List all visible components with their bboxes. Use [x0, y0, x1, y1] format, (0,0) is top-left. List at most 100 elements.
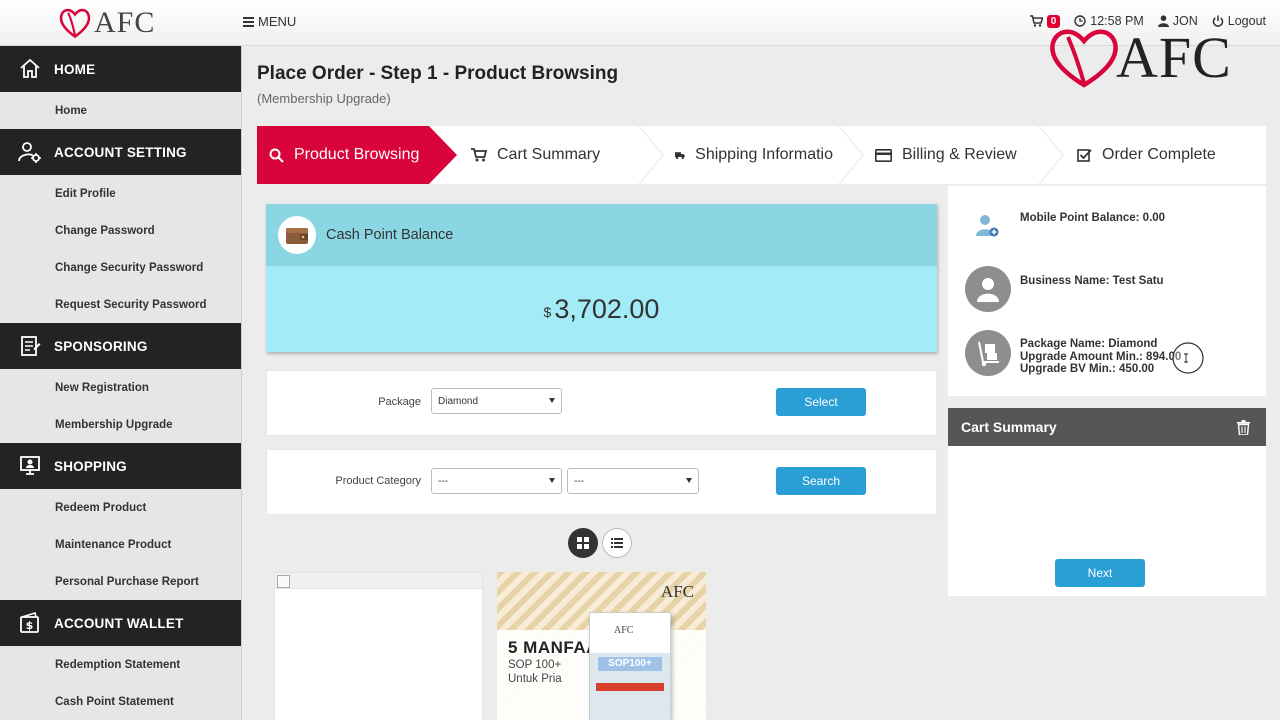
step-divider	[838, 126, 864, 184]
user-avatar-icon	[965, 266, 1011, 312]
sidebar-item-maintenance-product[interactable]: Maintenance Product	[0, 526, 241, 563]
cash-point-label: Cash Point Balance	[326, 227, 454, 243]
sidebar-item-cash-point-statement[interactable]: Cash Point Statement	[0, 683, 241, 720]
home-icon	[20, 58, 40, 78]
category-filter-box: Product Category --- --- Search	[266, 449, 937, 515]
upgrade-bv-min: Upgrade BV Min.: 450.00	[1020, 363, 1155, 375]
page-title: Place Order - Step 1 - Product Browsing	[257, 63, 619, 84]
clipboard-icon	[21, 336, 41, 356]
brand-logo[interactable]: AFC	[58, 6, 155, 40]
cash-point-card: Cash Point Balance $ 3,702.00	[266, 204, 937, 352]
product-line-2: Untuk Pria	[508, 673, 562, 685]
trash-icon[interactable]	[1237, 419, 1250, 435]
category-select[interactable]: ---	[431, 468, 562, 494]
product-box-image: AFC SOP100+	[589, 612, 671, 720]
category-selected: ---	[438, 475, 448, 487]
user-plus-icon	[976, 215, 999, 237]
menu-button[interactable]: MENU	[243, 14, 296, 29]
dropdown-caret-icon	[686, 478, 692, 483]
dropdown-caret-icon	[549, 398, 555, 403]
sidebar-section-account-wallet[interactable]: $ ACCOUNT WALLET	[0, 600, 241, 646]
heart-watermark-icon	[1050, 29, 1118, 88]
cart-icon	[1029, 15, 1043, 27]
sidebar-item-change-password[interactable]: Change Password	[0, 212, 241, 249]
broken-image-icon	[277, 575, 290, 588]
product-box-stripe	[596, 683, 664, 691]
step-label: Product Browsing	[294, 146, 420, 163]
sidebar-item-personal-purchase-report[interactable]: Personal Purchase Report	[0, 563, 241, 600]
dropdown-caret-icon	[549, 478, 555, 483]
svg-text:$: $	[26, 619, 34, 632]
afc-watermark: AFC	[1048, 24, 1232, 91]
package-selected: Diamond	[438, 395, 479, 407]
sidebar-item-redeem-product[interactable]: Redeem Product	[0, 489, 241, 526]
sidebar-section-title: SHOPPING	[54, 458, 127, 474]
sidebar-item-redemption-statement[interactable]: Redemption Statement	[0, 646, 241, 683]
user-gear-icon	[18, 142, 41, 163]
next-button[interactable]: Next	[1055, 559, 1145, 587]
package-label: Package	[378, 396, 421, 408]
member-info-panel: Mobile Point Balance: 0.00 Business Name…	[948, 186, 1266, 396]
grid-view-toggle[interactable]	[568, 528, 598, 558]
package-filter-box: Package Diamond Select	[266, 370, 937, 436]
logout-label: Logout	[1227, 14, 1266, 28]
subcategory-selected: ---	[574, 475, 584, 487]
sidebar-section-home[interactable]: HOME	[0, 46, 241, 92]
step-label: Shipping Informatio	[695, 146, 833, 163]
search-button[interactable]: Search	[776, 467, 866, 495]
cash-point-body: $ 3,702.00	[266, 266, 937, 352]
product-category-label: Product Category	[335, 475, 421, 487]
step-cart-summary[interactable]: Cart Summary	[471, 126, 641, 184]
sidebar-item-edit-profile[interactable]: Edit Profile	[0, 175, 241, 212]
sidebar-section-sponsoring[interactable]: SPONSORING	[0, 323, 241, 369]
credit-card-icon	[875, 148, 892, 162]
sidebar-section-account-setting[interactable]: ACCOUNT SETTING	[0, 129, 241, 175]
page-subtitle: (Membership Upgrade)	[257, 91, 391, 106]
sidebar-section-title: SPONSORING	[54, 338, 148, 354]
truck-icon	[675, 151, 685, 159]
brand-text: AFC	[94, 6, 156, 39]
sidebar-item-new-registration[interactable]: New Registration	[0, 369, 241, 406]
sidebar-item-request-security-password[interactable]: Request Security Password	[0, 286, 241, 323]
sidebar-item-home[interactable]: Home	[0, 92, 241, 129]
step-divider	[638, 126, 664, 184]
sidebar-section-title: ACCOUNT SETTING	[54, 144, 187, 160]
wallet-icon	[286, 228, 308, 244]
checkout-steps: Product Browsing Cart Summary Shipping I…	[257, 126, 1266, 184]
sidebar-item-membership-upgrade[interactable]: Membership Upgrade	[0, 406, 241, 443]
step-label: Order Complete	[1102, 146, 1216, 163]
product-line-1: SOP 100+	[508, 659, 562, 671]
sidebar-section-title: ACCOUNT WALLET	[54, 615, 184, 631]
product-image-placeholder	[275, 573, 482, 589]
product-card[interactable]: AFC 5 MANFAAT SOP 100+ Untuk Pria AFC SO…	[497, 572, 706, 720]
product-card[interactable]	[274, 572, 483, 720]
list-view-toggle[interactable]	[602, 528, 632, 558]
search-icon	[269, 148, 284, 163]
watermark-text: AFC	[1116, 25, 1232, 90]
wallet-icon: $	[20, 611, 39, 633]
sidebar-item-change-security-password[interactable]: Change Security Password	[0, 249, 241, 286]
hand-truck-icon	[965, 330, 1011, 376]
step-shipping-information[interactable]: Shipping Informatio	[675, 126, 833, 184]
sidebar-section-shopping[interactable]: SHOPPING	[0, 443, 241, 489]
sidebar: HOME Home ACCOUNT SETTING Edit Profile C…	[0, 46, 242, 720]
step-label: Cart Summary	[497, 146, 601, 163]
step-billing-review[interactable]: Billing & Review	[875, 126, 1045, 184]
cart-summary-panel: Cart Summary Next	[948, 408, 1266, 596]
list-icon	[611, 538, 623, 548]
step-product-browsing[interactable]: Product Browsing	[257, 126, 457, 184]
upgrade-amount-min: Upgrade Amount Min.: 894.00	[1020, 350, 1182, 363]
cash-currency: $	[543, 304, 552, 320]
check-square-icon	[1077, 148, 1092, 162]
step-order-complete[interactable]: Order Complete	[1077, 126, 1257, 184]
select-button[interactable]: Select	[776, 388, 866, 416]
cash-point-header: Cash Point Balance	[266, 204, 937, 266]
cart-summary-title: Cart Summary	[961, 419, 1057, 435]
package-select[interactable]: Diamond	[431, 388, 562, 414]
cart-icon	[471, 148, 487, 162]
cursor-highlight-icon	[1172, 342, 1204, 374]
heart-logo-icon	[59, 8, 91, 39]
subcategory-select[interactable]: ---	[567, 468, 699, 494]
hamburger-icon	[243, 16, 254, 27]
wallet-avatar	[278, 216, 316, 254]
